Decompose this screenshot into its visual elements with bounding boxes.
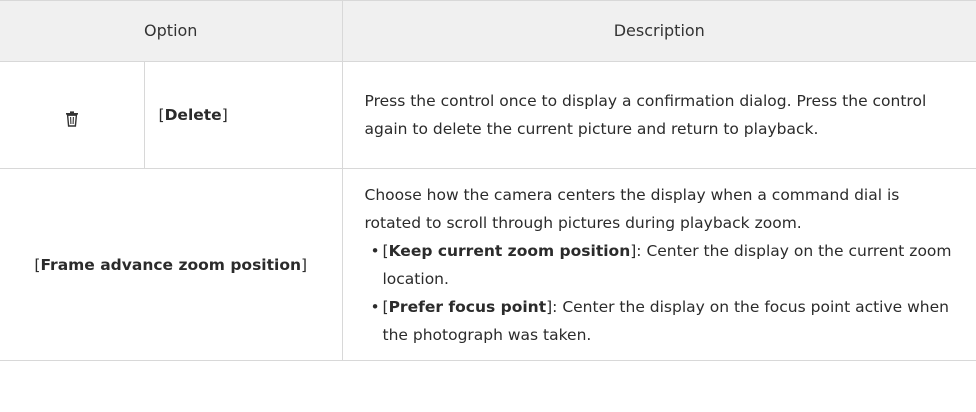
option-label-delete: [Delete] — [144, 61, 343, 169]
bullet-icon: • — [370, 241, 380, 260]
description-frame-advance-zoom-position: Choose how the camera centers the displa… — [342, 168, 976, 361]
trash-icon — [65, 108, 79, 127]
table-row: [Delete] Press the control once to displ… — [0, 61, 976, 169]
description-delete: Press the control once to display a conf… — [342, 61, 976, 169]
header-description: Description — [342, 0, 976, 62]
bullet-icon: • — [370, 297, 380, 316]
list-item: • [Keep current zoom position]: Center th… — [371, 237, 957, 293]
option-label-frame-advance-zoom-position: [Frame advance zoom position] — [0, 168, 343, 361]
description-text: Press the control once to display a conf… — [364, 92, 927, 138]
table-row: [Frame advance zoom position] Choose how… — [0, 168, 976, 361]
description-text: Choose how the camera centers the displa… — [364, 185, 900, 232]
option-list: • [Keep current zoom position]: Center th… — [365, 237, 957, 349]
options-table: Option Description [Delete] Press the co… — [0, 0, 976, 361]
header-row: Option Description — [0, 0, 976, 62]
icon-cell — [0, 61, 145, 169]
header-option: Option — [0, 0, 343, 62]
list-item: • [Prefer focus point]: Center the displa… — [371, 293, 957, 349]
